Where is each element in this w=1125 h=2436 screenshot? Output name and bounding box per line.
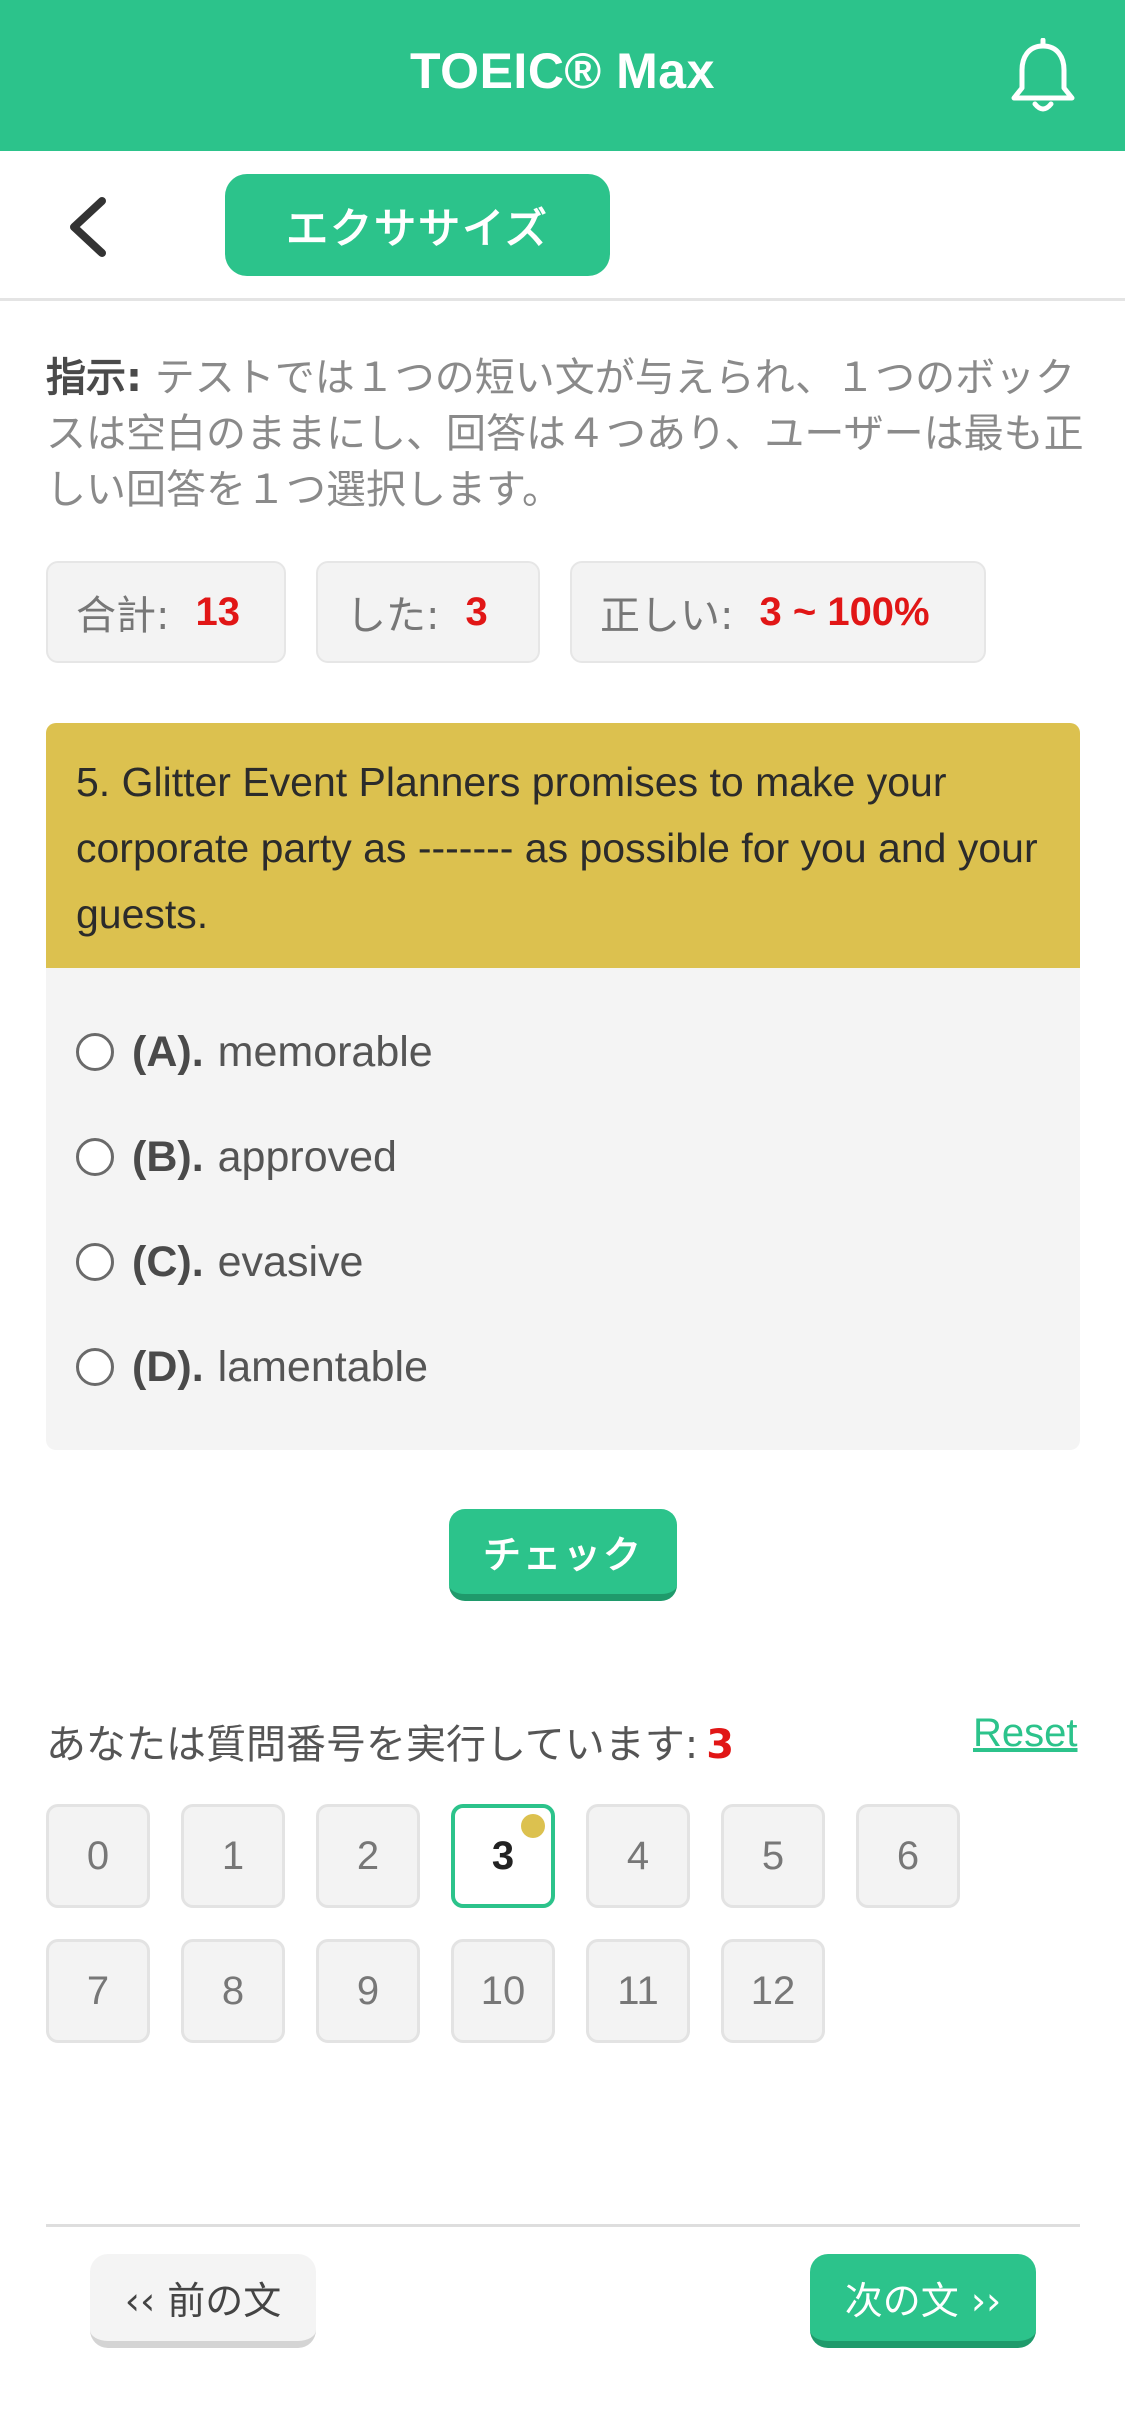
- option-letter: (A).: [132, 1027, 204, 1076]
- instructions-text: テストでは１つの短い文が与えられ、１つのボックスは空白のままにし、回答は４つあり…: [46, 355, 1084, 513]
- question-number-4[interactable]: 4: [586, 1804, 690, 1908]
- option-a[interactable]: (A). memorable: [76, 1022, 433, 1082]
- option-c[interactable]: (C). evasive: [76, 1232, 363, 1292]
- question-number-1[interactable]: 1: [181, 1804, 285, 1908]
- progress-indicator: あなたは質問番号を実行しています: 3: [46, 1712, 734, 1770]
- question-number-6[interactable]: 6: [856, 1804, 960, 1908]
- stat-correct-label: 正しい:: [600, 593, 734, 639]
- instructions: 指示: テストでは１つの短い文が与えられ、１つのボックスは空白のままにし、回答は…: [46, 350, 1086, 518]
- instructions-label: 指示:: [46, 355, 142, 401]
- option-d[interactable]: (D). lamentable: [76, 1337, 428, 1397]
- tab-exercise[interactable]: エクササイズ: [225, 174, 610, 276]
- chevron-left-icon[interactable]: [64, 195, 114, 259]
- option-letter: (D).: [132, 1342, 204, 1391]
- sub-navigation: エクササイズ: [0, 151, 1125, 301]
- stat-total: 合計: 13: [46, 561, 286, 663]
- stat-total-label: 合計:: [76, 593, 170, 639]
- option-letter: (C).: [132, 1237, 204, 1286]
- app-title: TOEIC® Max: [410, 43, 715, 99]
- check-button[interactable]: チェック: [449, 1509, 677, 1601]
- option-text: lamentable: [217, 1342, 429, 1391]
- question-number-8[interactable]: 8: [181, 1939, 285, 2043]
- radio-button[interactable]: [76, 1243, 114, 1281]
- question-number-9[interactable]: 9: [316, 1939, 420, 2043]
- stat-done: した: 3: [316, 561, 540, 663]
- reset-link[interactable]: Reset: [973, 1711, 1078, 1756]
- answered-dot: [521, 1814, 545, 1838]
- radio-button[interactable]: [76, 1033, 114, 1071]
- option-b[interactable]: (B). approved: [76, 1127, 397, 1187]
- question-number-12[interactable]: 12: [721, 1939, 825, 2043]
- question-number-7[interactable]: 7: [46, 1939, 150, 2043]
- footer-divider: [46, 2224, 1080, 2227]
- stat-correct: 正しい: 3 ~ 100%: [570, 561, 986, 663]
- stat-correct-value: 3 ~ 100%: [759, 589, 930, 634]
- question-number-label: 3: [491, 1833, 515, 1878]
- question-number-5[interactable]: 5: [721, 1804, 825, 1908]
- radio-button[interactable]: [76, 1138, 114, 1176]
- question-number-3-active[interactable]: 3: [451, 1804, 555, 1908]
- option-text: memorable: [217, 1027, 433, 1076]
- stat-done-value: 3: [465, 589, 488, 634]
- option-letter: (B).: [132, 1132, 204, 1181]
- question-number-11[interactable]: 11: [586, 1939, 690, 2043]
- option-text: evasive: [217, 1237, 364, 1286]
- option-text: approved: [217, 1132, 397, 1181]
- question-card: 5. Glitter Event Planners promises to ma…: [46, 723, 1080, 1450]
- app-header: TOEIC® Max: [0, 0, 1125, 151]
- next-sentence-button[interactable]: 次の文 ››: [810, 2254, 1036, 2348]
- question-number-0[interactable]: 0: [46, 1804, 150, 1908]
- question-number-10[interactable]: 10: [451, 1939, 555, 2043]
- stat-total-value: 13: [195, 589, 240, 634]
- previous-sentence-button[interactable]: ‹‹ 前の文: [90, 2254, 316, 2348]
- radio-button[interactable]: [76, 1348, 114, 1386]
- progress-label: あなたは質問番号を実行しています:: [46, 1722, 699, 1768]
- bell-icon[interactable]: [1008, 38, 1078, 114]
- question-text: 5. Glitter Event Planners promises to ma…: [46, 723, 1080, 968]
- question-number-2[interactable]: 2: [316, 1804, 420, 1908]
- progress-current: 3: [706, 1722, 735, 1768]
- stat-done-label: した:: [346, 593, 440, 639]
